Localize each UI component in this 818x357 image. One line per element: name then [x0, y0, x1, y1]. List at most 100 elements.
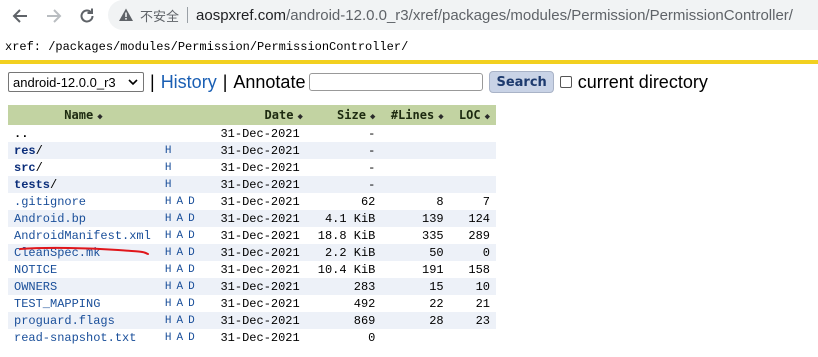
- file-link-androidmanifest[interactable]: AndroidManifest.xml: [14, 229, 151, 243]
- listing-header-row: Name ◆ Date ◆ Size ◆ #Lines ◆ LOC ◆: [8, 105, 496, 125]
- loc-cell: 158: [449, 261, 496, 278]
- file-link-read-snapshot[interactable]: read-snapshot.txt: [14, 331, 136, 345]
- annotate-link-A[interactable]: A: [177, 230, 184, 242]
- annotate-link-A[interactable]: A: [177, 196, 184, 208]
- loc-cell: 124: [449, 210, 496, 227]
- date-cell: 31-Dec-2021: [214, 261, 309, 278]
- lines-cell: 50: [381, 244, 450, 261]
- lines-cell: [381, 329, 450, 346]
- table-row: res/ H 31-Dec-2021 -: [8, 142, 496, 159]
- download-link-D[interactable]: D: [188, 298, 195, 310]
- size-cell: 283: [308, 278, 382, 295]
- loc-cell: 23: [449, 312, 496, 329]
- table-row: read-snapshot.txt HAD 31-Dec-2021 0: [8, 329, 496, 346]
- file-link-cleanspec[interactable]: CleanSpec.mk: [14, 246, 100, 260]
- annotate-label: Annotate: [233, 71, 306, 92]
- table-row: .gitignore HAD 31-Dec-2021 62 8 7: [8, 193, 496, 210]
- history-link-H[interactable]: H: [165, 332, 172, 344]
- loc-cell: [449, 176, 496, 193]
- date-cell: 31-Dec-2021: [214, 227, 309, 244]
- url-text[interactable]: aospxref.com/android-12.0.0_r3/xref/pack…: [196, 7, 793, 24]
- dir-link-src[interactable]: src: [14, 161, 36, 175]
- dir-link-tests[interactable]: tests: [14, 178, 50, 192]
- date-cell: 31-Dec-2021: [214, 176, 309, 193]
- history-link-H[interactable]: H: [165, 247, 172, 259]
- back-arrow-icon[interactable]: [8, 4, 32, 28]
- history-link-H[interactable]: H: [165, 230, 172, 242]
- search-button[interactable]: Search: [489, 71, 554, 93]
- history-link-H[interactable]: H: [165, 196, 172, 208]
- history-link-H[interactable]: H: [165, 315, 172, 327]
- project-select[interactable]: android-12.0.0_r3: [8, 72, 144, 92]
- loc-cell: [449, 329, 496, 346]
- loc-cell: 7: [449, 193, 496, 210]
- sort-icon: ◆: [97, 112, 103, 122]
- annotate-link-A[interactable]: A: [177, 264, 184, 276]
- file-link-notice[interactable]: NOTICE: [14, 263, 57, 277]
- date-header-label: Date: [264, 108, 294, 122]
- lines-cell: 28: [381, 312, 450, 329]
- file-link-owners[interactable]: OWNERS: [14, 280, 57, 294]
- url-path: /android-12.0.0_r3/xref/packages/modules…: [286, 6, 793, 24]
- loc-cell: 21: [449, 295, 496, 312]
- history-link-H[interactable]: H: [165, 264, 172, 276]
- file-link-gitignore[interactable]: .gitignore: [14, 195, 86, 209]
- annotate-link-A[interactable]: A: [177, 298, 184, 310]
- download-link-D[interactable]: D: [188, 196, 195, 208]
- download-link-D[interactable]: D: [188, 230, 195, 242]
- loc-cell: 10: [449, 278, 496, 295]
- download-link-D[interactable]: D: [188, 315, 195, 327]
- history-link-H[interactable]: H: [165, 162, 172, 174]
- toolbar-separator: |: [150, 71, 155, 92]
- history-link-H[interactable]: H: [165, 145, 172, 157]
- date-cell: 31-Dec-2021: [214, 295, 309, 312]
- date-cell: 31-Dec-2021: [214, 278, 309, 295]
- download-link-D[interactable]: D: [188, 332, 195, 344]
- current-directory-checkbox[interactable]: [559, 76, 572, 88]
- file-link-proguard[interactable]: proguard.flags: [14, 314, 115, 328]
- history-link[interactable]: History: [161, 72, 217, 93]
- date-column-header[interactable]: Date ◆: [214, 105, 309, 125]
- table-row: tests/ H 31-Dec-2021 -: [8, 176, 496, 193]
- insecure-label[interactable]: 不安全: [140, 6, 179, 25]
- dir-link-res[interactable]: res: [14, 144, 36, 158]
- directory-listing: Name ◆ Date ◆ Size ◆ #Lines ◆ LOC ◆ .. 31-Dec…: [8, 105, 496, 346]
- forward-arrow-icon[interactable]: [42, 4, 66, 28]
- name-column-header[interactable]: Name ◆: [8, 105, 159, 125]
- annotate-link-A[interactable]: A: [177, 315, 184, 327]
- file-link-android-bp[interactable]: Android.bp: [14, 212, 86, 226]
- size-cell: 492: [308, 295, 382, 312]
- size-cell: -: [308, 142, 382, 159]
- date-cell: 31-Dec-2021: [214, 193, 309, 210]
- table-row: NOTICE HAD 31-Dec-2021 10.4 KiB 191 158: [8, 261, 496, 278]
- size-column-header[interactable]: Size ◆: [308, 105, 382, 125]
- history-link-H[interactable]: H: [165, 213, 172, 225]
- loc-column-header[interactable]: LOC ◆: [449, 105, 496, 125]
- annotate-link-A[interactable]: A: [177, 332, 184, 344]
- reload-icon[interactable]: [75, 4, 99, 28]
- search-input[interactable]: [309, 73, 484, 91]
- annotate-link-A[interactable]: A: [177, 213, 184, 225]
- annotate-link-A[interactable]: A: [177, 281, 184, 293]
- sort-icon: ◆: [297, 112, 303, 122]
- history-link-H[interactable]: H: [165, 281, 172, 293]
- download-link-D[interactable]: D: [188, 264, 195, 276]
- lines-column-header[interactable]: #Lines ◆: [381, 105, 450, 125]
- warning-icon[interactable]: [118, 7, 134, 23]
- download-link-D[interactable]: D: [188, 281, 195, 293]
- parent-dir-link[interactable]: ..: [14, 127, 28, 141]
- history-column-header: [158, 105, 215, 125]
- annotate-link-A[interactable]: A: [177, 247, 184, 259]
- file-link-test-mapping[interactable]: TEST_MAPPING: [14, 297, 100, 311]
- size-header-label: Size: [337, 108, 366, 122]
- download-link-D[interactable]: D: [188, 247, 195, 259]
- date-cell: 31-Dec-2021: [214, 125, 309, 142]
- history-link-H[interactable]: H: [165, 179, 172, 191]
- lines-header-label: #Lines: [390, 108, 435, 122]
- size-cell: 10.4 KiB: [308, 261, 382, 278]
- address-bar[interactable]: 不安全 aospxref.com/android-12.0.0_r3/xref/…: [108, 0, 818, 30]
- history-link-H[interactable]: H: [165, 298, 172, 310]
- loc-cell: [449, 159, 496, 176]
- download-link-D[interactable]: D: [188, 213, 195, 225]
- size-cell: -: [308, 125, 382, 142]
